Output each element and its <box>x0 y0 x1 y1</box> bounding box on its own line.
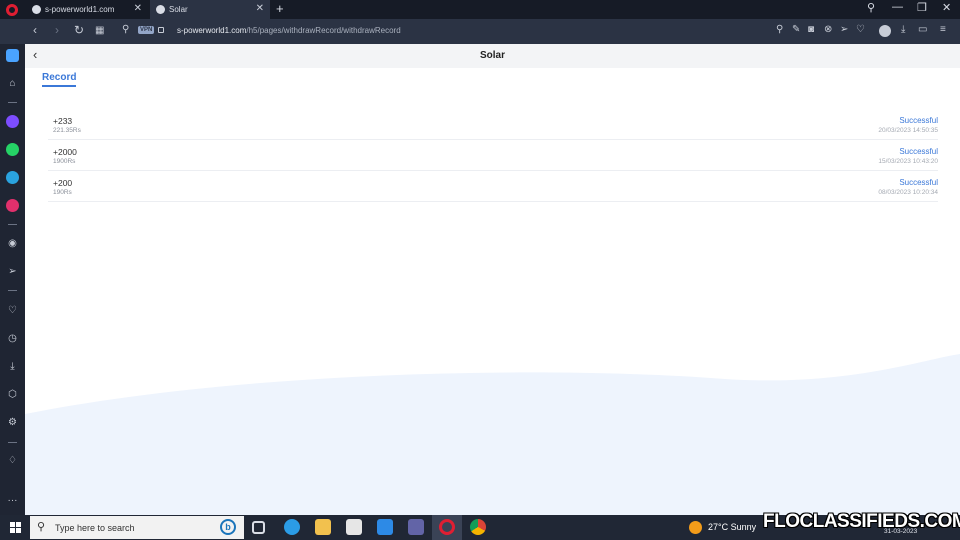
site-settings-icon[interactable]: ⚲ <box>122 24 129 35</box>
record-status: Successful <box>899 178 938 187</box>
browser-tab-strip: s-powerworld1.com ✕ Solar ✕ + ⚲ — ❐ ✕ <box>0 0 960 19</box>
bing-icon[interactable]: b <box>220 519 236 535</box>
file-explorer-icon[interactable] <box>315 519 331 535</box>
record-row[interactable]: +200 190Rs Successful 08/03/2023 10:20:3… <box>48 171 938 202</box>
back-nav-icon[interactable]: ‹ <box>33 23 37 37</box>
record-status: Successful <box>899 147 938 156</box>
record-time: 08/03/2023 10:20:34 <box>878 189 938 196</box>
home-icon[interactable] <box>6 49 19 62</box>
settings-icon[interactable]: ⚙ <box>0 417 25 428</box>
record-row[interactable]: +233 221.35Rs Successful 20/03/2023 14:5… <box>48 109 938 140</box>
page-title: Solar <box>479 50 505 61</box>
url-host: s-powerworld1.com <box>177 26 247 35</box>
record-amount: +233 <box>53 116 73 126</box>
chrome-icon[interactable] <box>470 519 486 535</box>
tab-search-icon[interactable]: ⚲ <box>867 1 875 14</box>
weather-widget[interactable]: 27°C Sunny <box>708 522 756 532</box>
tab-title: Solar <box>169 5 188 14</box>
player-icon[interactable]: ◉ <box>0 238 25 249</box>
vpn-badge[interactable]: VPN <box>138 26 155 34</box>
edit-icon[interactable]: ✎ <box>792 24 800 35</box>
tab-s-powerworld[interactable]: s-powerworld1.com ✕ <box>26 0 148 19</box>
speed-dial-icon[interactable]: ▦ <box>95 25 104 36</box>
block-icon[interactable]: ⊗ <box>824 24 832 35</box>
globe-icon <box>156 5 165 14</box>
downloads-icon[interactable]: ⤓ <box>0 361 25 372</box>
sidebar-divider <box>8 442 17 443</box>
sidebar-divider <box>8 102 17 103</box>
restore-button[interactable]: ❐ <box>917 1 927 14</box>
opera-logo-icon[interactable] <box>6 4 18 16</box>
sun-icon <box>689 521 702 534</box>
task-view-icon[interactable] <box>252 521 265 534</box>
instagram-icon[interactable] <box>6 199 19 212</box>
close-window-button[interactable]: ✕ <box>942 1 951 14</box>
globe-icon <box>32 5 41 14</box>
lightbulb-icon[interactable]: ♢ <box>0 455 25 466</box>
url-field[interactable]: s-powerworld1.com/h5/pages/withdrawRecor… <box>177 26 401 35</box>
extensions-icon[interactable]: ⬡ <box>0 389 25 400</box>
download-icon[interactable]: ⤓ <box>901 24 905 35</box>
battery-icon[interactable]: ▭ <box>918 24 927 35</box>
search-icon: ⚲ <box>37 521 46 533</box>
record-rs: 221.35Rs <box>53 127 81 134</box>
bookmarks-icon[interactable]: ♡ <box>0 305 25 316</box>
weather-desc: Sunny <box>730 522 757 532</box>
tab-title: s-powerworld1.com <box>45 5 115 14</box>
minimize-button[interactable]: — <box>892 1 903 13</box>
history-icon[interactable]: ◷ <box>0 333 25 344</box>
tab-solar[interactable]: Solar ✕ <box>150 0 270 19</box>
more-icon[interactable]: ··· <box>0 495 25 506</box>
telegram-icon[interactable] <box>6 171 19 184</box>
heart-icon[interactable]: ♡ <box>856 24 865 35</box>
lock-icon <box>158 27 164 33</box>
new-tab-button[interactable]: + <box>276 1 284 16</box>
taskbar-search-box[interactable]: ⚲ Type here to search b <box>30 516 244 539</box>
sidebar-divider <box>8 224 17 225</box>
background-wave <box>25 354 960 515</box>
send-icon[interactable]: ➢ <box>840 24 848 35</box>
record-rs: 1900Rs <box>53 158 76 165</box>
aria-icon[interactable]: ⌂ <box>0 78 25 89</box>
record-rs: 190Rs <box>53 189 72 196</box>
tab-record[interactable]: Record <box>42 72 77 87</box>
record-row[interactable]: +2000 1900Rs Successful 15/03/2023 10:43… <box>48 140 938 171</box>
browser-sidebar: ⌂ ◉ ➢ ♡ ◷ ⤓ ⬡ ⚙ ♢ ··· <box>0 44 25 515</box>
watermark-text: FLOCLASSIFIEDS.COM <box>763 511 960 532</box>
record-time: 20/03/2023 14:50:35 <box>878 127 938 134</box>
store-icon[interactable] <box>346 519 362 535</box>
close-tab-icon[interactable]: ✕ <box>134 3 142 14</box>
menu-icon[interactable]: ≡ <box>940 24 946 35</box>
weather-temp: 27°C <box>708 522 729 532</box>
close-tab-icon[interactable]: ✕ <box>256 3 264 14</box>
search-placeholder: Type here to search <box>55 523 135 533</box>
profile-avatar[interactable] <box>879 25 891 37</box>
opera-taskbar-icon[interactable] <box>439 519 455 535</box>
messenger-icon[interactable] <box>6 115 19 128</box>
sidebar-divider <box>8 290 17 291</box>
mail-icon[interactable] <box>377 519 393 535</box>
record-amount: +2000 <box>53 147 77 157</box>
page-header: ‹ Solar <box>25 44 960 68</box>
page-content: ‹ Solar Record +233 221.35Rs Successful … <box>25 44 960 515</box>
camera-icon[interactable]: ◙ <box>808 24 814 35</box>
address-bar: ‹ › ↻ ▦ ⚲ VPN s-powerworld1.com/h5/pages… <box>0 19 960 44</box>
forward-nav-icon[interactable]: › <box>55 23 59 37</box>
teams-icon[interactable] <box>408 519 424 535</box>
reload-icon[interactable]: ↻ <box>74 23 84 37</box>
search-page-icon[interactable]: ⚲ <box>776 24 783 35</box>
edge-icon[interactable] <box>284 519 300 535</box>
record-status: Successful <box>899 116 938 125</box>
whatsapp-icon[interactable] <box>6 143 19 156</box>
record-amount: +200 <box>53 178 73 188</box>
record-time: 15/03/2023 10:43:20 <box>878 158 938 165</box>
url-path: /h5/pages/withdrawRecord/withdrawRecord <box>246 26 401 35</box>
send-icon[interactable]: ➢ <box>0 266 25 277</box>
windows-start-icon[interactable] <box>10 522 21 533</box>
